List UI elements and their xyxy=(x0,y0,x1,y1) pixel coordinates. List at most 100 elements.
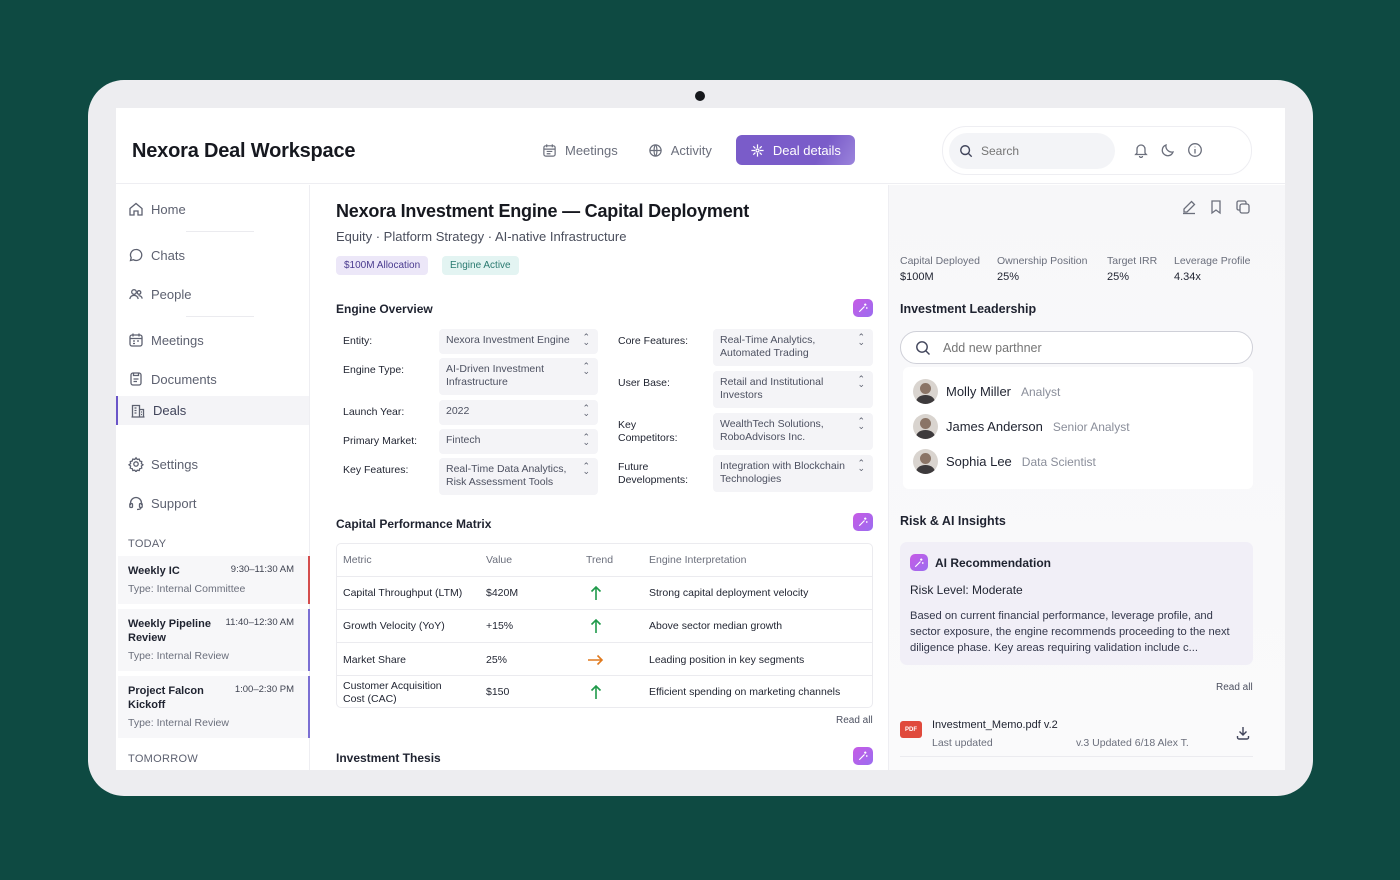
list-item[interactable]: Sophia Lee Data Scientist xyxy=(913,449,1096,474)
moon-icon[interactable] xyxy=(1160,142,1176,158)
field-primary-market[interactable]: Fintech ⌃ ⌄ xyxy=(439,429,598,454)
meeting-time: 1:00–2:30 PM xyxy=(234,684,294,695)
meeting-card-pipeline-review[interactable]: Weekly Pipeline Review 11:40–12:30 AM Ty… xyxy=(118,609,310,671)
sidebar-item-label: People xyxy=(151,286,192,302)
interpretation-cell: Above sector median growth xyxy=(649,620,783,632)
sparkle-icon xyxy=(751,143,764,157)
stat-label: Ownership Position xyxy=(997,255,1088,267)
search-field[interactable] xyxy=(949,133,1115,169)
file-row[interactable]: PDF Investment_Memo.pdf v.2 Last updated… xyxy=(900,717,1253,757)
value-cell: 25% xyxy=(486,654,508,666)
nav-activity[interactable]: Activity xyxy=(642,135,724,165)
stat-value: $100M xyxy=(900,271,934,283)
edit-icon[interactable] xyxy=(1181,199,1197,215)
field-key-competitors[interactable]: WealthTech Solutions, RoboAdvisors Inc. ⌃… xyxy=(713,413,873,450)
performance-matrix: Metric Value Trend Engine Interpretation… xyxy=(336,543,873,708)
investment-thesis-title: Investment Thesis xyxy=(336,751,441,765)
sidebar-item-chats[interactable]: Chats xyxy=(128,247,185,263)
field-label: Engine Type: xyxy=(343,364,405,376)
app-screen: Nexora Deal Workspace Meetings Activity … xyxy=(116,108,1285,770)
nav-meetings[interactable]: Meetings xyxy=(536,135,630,165)
field-value: AI-Driven Investment Infrastructure xyxy=(446,363,545,388)
field-label: Core Features: xyxy=(618,335,689,347)
stat-ownership: Ownership Position 25% xyxy=(997,255,1087,283)
meeting-card-weekly-ic[interactable]: Weekly IC 9:30–11:30 AM Type: Internal C… xyxy=(118,556,310,604)
chat-icon xyxy=(129,248,143,262)
sidebar-item-meetings[interactable]: Meetings xyxy=(128,332,204,348)
meeting-card-project-falcon[interactable]: Project Falcon Kickoff 1:00–2:30 PM Type… xyxy=(118,676,310,738)
ai-magic-button[interactable] xyxy=(853,513,873,531)
file-version: v.3 Updated 6/18 Alex T. xyxy=(1076,737,1189,749)
field-label: Primary Market: xyxy=(343,435,418,447)
copy-icon[interactable] xyxy=(1235,199,1251,215)
meeting-time: 9:30–11:30 AM xyxy=(230,564,294,575)
sidebar-item-label: Home xyxy=(151,201,186,217)
add-partner-field[interactable] xyxy=(900,331,1253,364)
value-cell: $150 xyxy=(486,686,510,698)
sidebar: Home Chats People Meetings Documents Dea… xyxy=(116,185,310,770)
table-row: Market Share 25% Leading position in key… xyxy=(337,642,872,675)
app-title: Nexora Deal Workspace xyxy=(132,140,356,162)
field-user-base[interactable]: Retail and Institutional Investors ⌃ ⌄ xyxy=(713,371,873,408)
field-engine-type[interactable]: AI-Driven Investment Infrastructure ⌃ ⌄ xyxy=(439,358,598,395)
download-icon[interactable] xyxy=(1235,725,1251,741)
people-icon xyxy=(129,289,143,300)
interpretation-cell: Leading position in key segments xyxy=(649,654,805,666)
interpretation-cell: Efficient spending on marketing channels xyxy=(649,686,841,698)
ai-card-header: AI Recommendation xyxy=(910,554,1051,571)
ai-magic-button[interactable] xyxy=(853,747,873,765)
nav-deal-details[interactable]: Deal details xyxy=(735,135,855,165)
list-item[interactable]: James Anderson Senior Analyst xyxy=(913,414,1130,439)
add-partner-input[interactable] xyxy=(943,340,1223,355)
status-chip: Engine Active xyxy=(442,256,519,275)
tomorrow-heading: TOMORROW xyxy=(128,753,199,765)
sidebar-item-documents[interactable]: Documents xyxy=(128,371,217,387)
field-label: Future Developments: xyxy=(618,461,689,486)
field-entity[interactable]: Nexora Investment Engine ⌃ ⌄ xyxy=(439,329,598,354)
stat-target-irr: Target IRR 25% xyxy=(1107,255,1157,283)
insights-read-all-link[interactable]: Read all xyxy=(1216,682,1253,693)
sidebar-item-home[interactable]: Home xyxy=(128,201,186,217)
person-role: Senior Analyst xyxy=(1052,419,1130,434)
sidebar-item-label: Chats xyxy=(151,247,185,263)
magic-wand-icon xyxy=(914,558,924,567)
person-role: Data Scientist xyxy=(1021,454,1096,469)
bookmark-icon[interactable] xyxy=(1208,199,1224,215)
document-icon xyxy=(130,372,142,386)
field-launch-year[interactable]: 2022 ⌃ ⌄ xyxy=(439,400,598,425)
chevron-updown-icon: ⌃ ⌄ xyxy=(582,432,590,447)
search-input[interactable] xyxy=(981,144,1091,158)
bell-icon[interactable] xyxy=(1133,142,1149,158)
magic-wand-icon xyxy=(858,303,868,313)
sidebar-item-settings[interactable]: Settings xyxy=(128,456,198,472)
risk-label: Risk Level: xyxy=(910,583,969,597)
metric-cell: Customer Acquisition Cost (CAC) xyxy=(343,680,442,705)
risk-level: Risk Level: Moderate xyxy=(910,583,1023,597)
search-icon xyxy=(960,145,973,158)
person-name: Molly Miller xyxy=(946,384,1011,399)
list-item[interactable]: Molly Miller Analyst xyxy=(913,379,1060,404)
sidebar-item-people[interactable]: People xyxy=(128,286,191,302)
field-value: Real-Time Data Analytics, Risk Assessmen… xyxy=(446,463,567,488)
sidebar-item-label: Support xyxy=(151,495,197,511)
chevron-updown-icon: ⌃ ⌄ xyxy=(857,374,865,389)
field-value: Fintech xyxy=(446,434,481,446)
sidebar-item-deals[interactable]: Deals xyxy=(116,396,309,425)
stat-value: 25% xyxy=(1107,271,1130,283)
risk-insights-title: Risk & AI Insights xyxy=(900,514,1006,528)
person-role: Analyst xyxy=(1021,384,1061,399)
deal-main: Nexora Investment Engine — Capital Deplo… xyxy=(311,185,889,770)
nav-deal-details-label: Deal details xyxy=(772,142,841,158)
field-future-developments[interactable]: Integration with Blockchain Technologies… xyxy=(713,455,873,492)
top-bar: Nexora Deal Workspace Meetings Activity … xyxy=(116,108,1285,184)
deal-subtitle: Equity · Platform Strategy · AI-native I… xyxy=(336,229,627,244)
header-icons xyxy=(1133,142,1203,158)
sidebar-item-support[interactable]: Support xyxy=(128,495,197,511)
ai-magic-button[interactable] xyxy=(853,299,873,317)
matrix-read-all-link[interactable]: Read all xyxy=(836,715,873,726)
field-key-features[interactable]: Real-Time Data Analytics, Risk Assessmen… xyxy=(439,458,598,495)
person-name: Sophia Lee xyxy=(946,454,1012,469)
stat-capital-deployed: Capital Deployed $100M xyxy=(900,255,980,283)
field-core-features[interactable]: Real-Time Analytics, Automated Trading ⌃ ⌄ xyxy=(713,329,873,366)
info-icon[interactable] xyxy=(1187,142,1203,158)
